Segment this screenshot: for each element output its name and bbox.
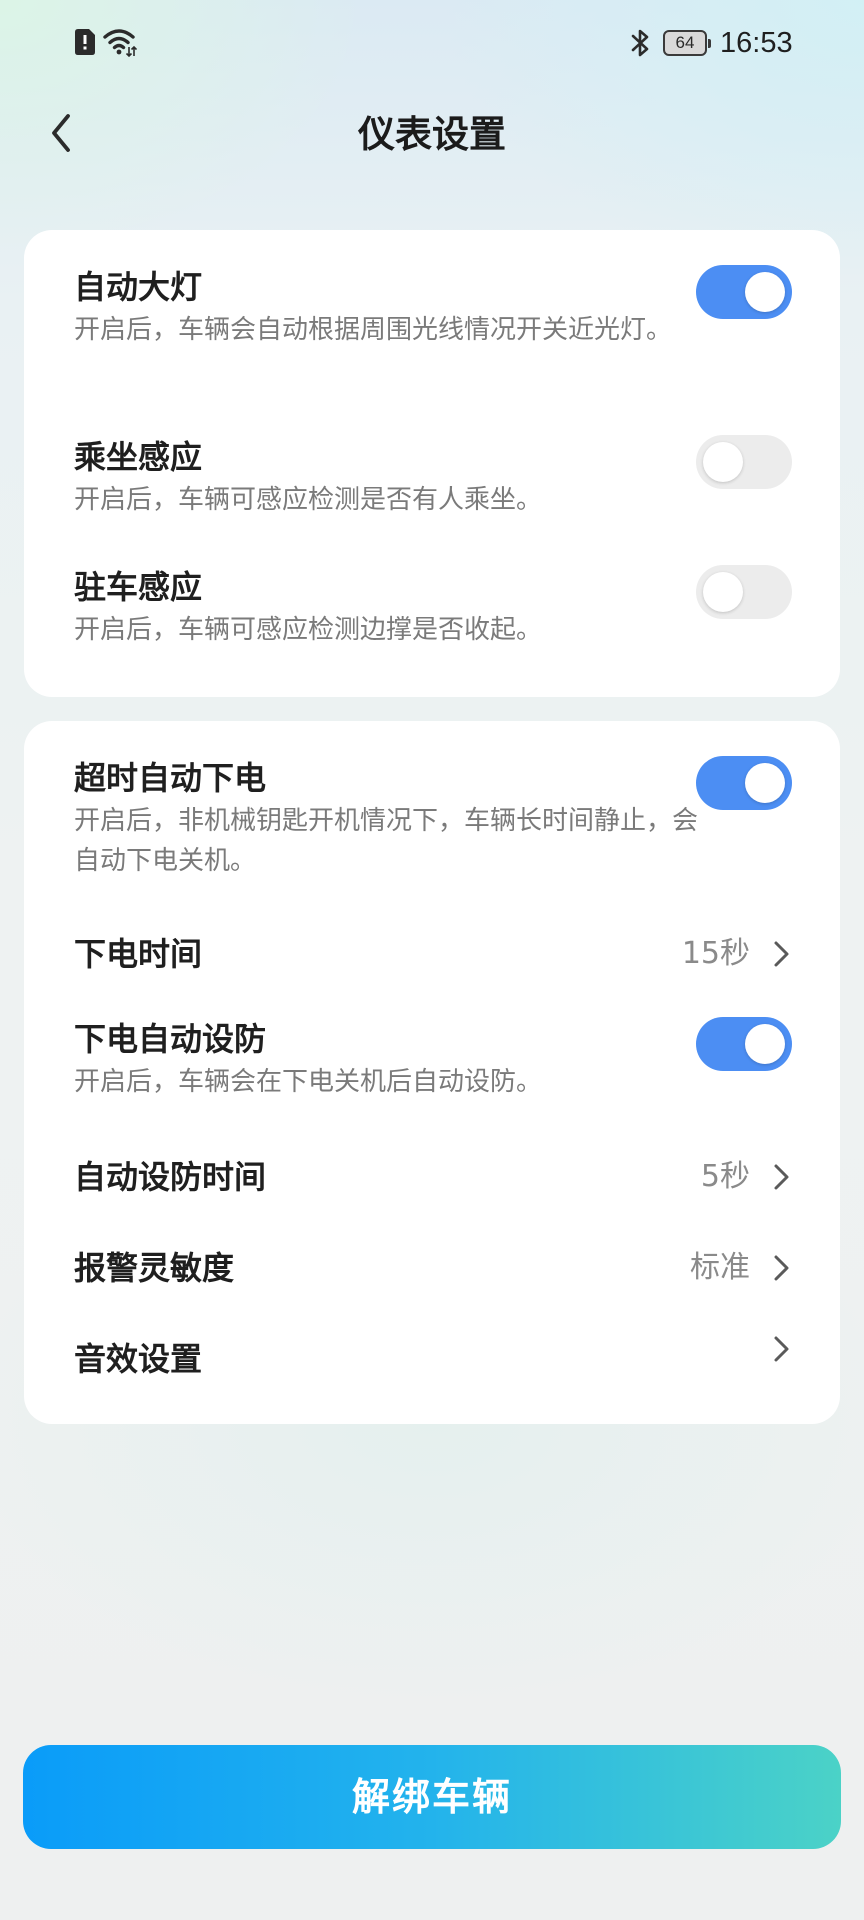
setting-power-off-time[interactable]: 下电时间 15秒 (24, 921, 840, 991)
chevron-right-icon (774, 941, 789, 967)
setting-title: 音效设置 (74, 1340, 203, 1378)
setting-description: 开启后，车辆可感应检测边撑是否收起。 (74, 615, 543, 645)
chevron-right-icon (774, 1255, 789, 1281)
setting-title: 报警灵敏度 (74, 1249, 235, 1287)
settings-card-power: 超时自动下电 开启后，非机械钥匙开机情况下，车辆长时间静止，会自动下电关机。 下… (24, 721, 840, 1424)
status-time: 16:53 (720, 27, 793, 59)
setting-sound-effects[interactable]: 音效设置 (24, 1326, 840, 1396)
power-off-time-value: 15秒 (681, 936, 750, 971)
setting-title: 乘坐感应 (74, 438, 203, 476)
setting-title: 自动设防时间 (74, 1158, 267, 1196)
setting-auto-arm-time[interactable]: 自动设防时间 5秒 (24, 1144, 840, 1214)
setting-title: 驻车感应 (74, 568, 203, 606)
ride-sensing-toggle[interactable] (696, 435, 792, 489)
battery-icon: 64 (663, 30, 711, 56)
auto-headlight-toggle[interactable] (696, 265, 792, 319)
power-off-arm-toggle[interactable] (696, 1017, 792, 1071)
page-title: 仪表设置 (358, 113, 506, 156)
wifi-icon (103, 29, 137, 57)
auto-arm-time-value: 5秒 (700, 1159, 750, 1194)
auto-power-off-toggle[interactable] (696, 756, 792, 810)
setting-description: 开启后，非机械钥匙开机情况下，车辆长时间静止，会自动下电关机。 (74, 806, 699, 876)
alarm-sensitivity-value: 标准 (690, 1250, 750, 1285)
settings-card-lights-sensors: 自动大灯 开启后，车辆会自动根据周围光线情况开关近光灯。 乘坐感应 开启后，车辆… (24, 230, 840, 697)
setting-title: 下电时间 (74, 935, 203, 973)
setting-title: 下电自动设防 (74, 1020, 267, 1058)
bluetooth-icon (631, 29, 649, 57)
toggle-knob (745, 763, 785, 803)
toggle-knob (703, 442, 743, 482)
toggle-knob (703, 572, 743, 612)
chevron-right-icon (774, 1164, 789, 1190)
sim-alert-icon (75, 29, 95, 55)
unbind-vehicle-button[interactable]: 解绑车辆 (23, 1745, 841, 1849)
status-bar: 64 16:53 (0, 0, 864, 86)
chevron-right-icon (774, 1336, 789, 1362)
toggle-knob (745, 272, 785, 312)
setting-description: 开启后，车辆可感应检测是否有人乘坐。 (74, 485, 543, 515)
setting-description: 开启后，车辆会在下电关机后自动设防。 (74, 1067, 543, 1097)
setting-alarm-sensitivity[interactable]: 报警灵敏度 标准 (24, 1235, 840, 1305)
setting-description: 开启后，车辆会自动根据周围光线情况开关近光灯。 (74, 315, 673, 345)
toggle-knob (745, 1024, 785, 1064)
setting-title: 超时自动下电 (74, 759, 267, 797)
setting-title: 自动大灯 (74, 268, 203, 306)
parking-sensing-toggle[interactable] (696, 565, 792, 619)
